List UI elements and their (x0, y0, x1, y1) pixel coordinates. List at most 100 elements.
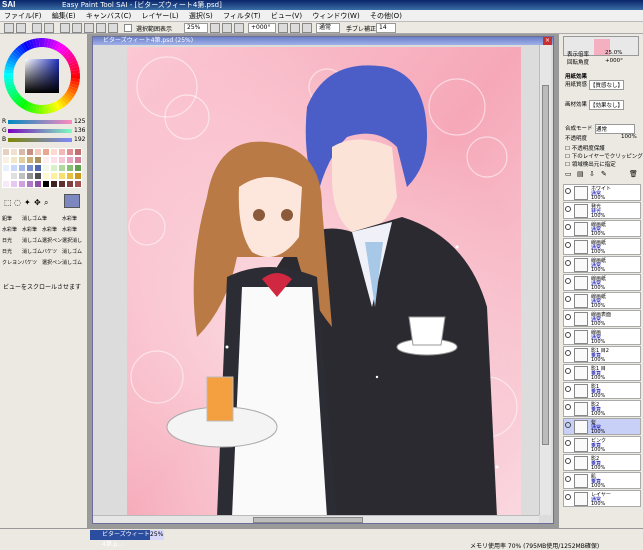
tool-item[interactable]: 水彩筆 (42, 225, 62, 236)
color-swatch[interactable] (58, 180, 66, 188)
layer-row[interactable]: 影2 乗算 100% (563, 454, 641, 471)
color-swatch[interactable] (50, 164, 58, 172)
layer-row[interactable]: 線画 通常 100% (563, 328, 641, 345)
color-swatch[interactable] (74, 156, 82, 164)
color-swatch[interactable] (2, 148, 10, 156)
color-swatch[interactable] (18, 156, 26, 164)
view-toggle-icon[interactable] (72, 23, 82, 33)
g-value[interactable]: 136 (74, 127, 85, 134)
visibility-eye-icon[interactable] (565, 242, 571, 248)
color-swatch[interactable] (42, 180, 50, 188)
invert-selection-icon[interactable] (44, 23, 54, 33)
color-swatch[interactable] (74, 148, 82, 156)
r-value[interactable]: 125 (74, 118, 85, 125)
color-swatch[interactable] (26, 156, 34, 164)
visibility-eye-icon[interactable] (565, 404, 571, 410)
visibility-eye-icon[interactable] (565, 332, 571, 338)
tool-item[interactable]: 消しゴム (62, 247, 82, 258)
color-swatch[interactable] (18, 180, 26, 188)
color-swatch[interactable] (2, 164, 10, 172)
visibility-eye-icon[interactable] (565, 206, 571, 212)
view-toggle-icon[interactable] (60, 23, 70, 33)
selection-checkbox[interactable] (124, 24, 132, 32)
stabilizer-select[interactable]: 14 (376, 23, 396, 33)
menu-other[interactable]: その他(O) (366, 10, 406, 22)
opacity-protect-option[interactable]: ☐ 不透明度保護 (565, 144, 605, 152)
zoom-out-icon[interactable] (210, 23, 220, 33)
color-swatch[interactable] (10, 172, 18, 180)
color-swatch[interactable] (58, 172, 66, 180)
layer-row[interactable]: 発光 発光 100% (563, 202, 641, 219)
color-swatch[interactable] (18, 172, 26, 180)
layer-row[interactable]: 肌乗算 100% (563, 472, 641, 489)
color-swatch[interactable] (34, 172, 42, 180)
layer-row[interactable]: 影1 乗算 100% (563, 382, 641, 399)
color-swatch[interactable] (42, 172, 50, 180)
color-swatch[interactable] (18, 164, 26, 172)
color-swatch[interactable] (26, 148, 34, 156)
color-swatch[interactable] (34, 148, 42, 156)
color-swatch[interactable] (58, 148, 66, 156)
tool-item[interactable]: 消しゴム (22, 214, 42, 225)
color-swatch[interactable] (42, 156, 50, 164)
tool-item[interactable]: 水彩筆 (2, 225, 22, 236)
color-swatch[interactable] (34, 180, 42, 188)
view-toggle-icon[interactable] (96, 23, 106, 33)
tool-item[interactable]: 選択ペン (42, 236, 62, 247)
move-tool-icon[interactable]: ✥ (34, 198, 41, 207)
zoom-tool-icon[interactable]: ⌕ (44, 198, 48, 208)
layer-row[interactable]: ピンク 乗算 100% (563, 436, 641, 453)
region-source-option[interactable]: ☐ 領域検出元に指定 (565, 160, 616, 168)
deselect-icon[interactable] (32, 23, 42, 33)
document-tab[interactable]: ビターズウィート4第.p... (90, 530, 150, 548)
menu-window[interactable]: ウィンドウ(W) (308, 10, 363, 22)
rotation-field[interactable]: +000° (248, 23, 276, 33)
color-swatch[interactable] (66, 156, 74, 164)
color-swatch[interactable] (58, 164, 66, 172)
tool-item[interactable]: 選択ペン (42, 258, 62, 269)
color-swatch[interactable] (10, 164, 18, 172)
view-toggle-icon[interactable] (108, 23, 118, 33)
tool-item[interactable]: 水彩筆 (62, 214, 82, 225)
effect-select[interactable]: 【効果なし】 (589, 100, 625, 110)
tool-item[interactable]: 水彩筆 (22, 225, 42, 236)
menu-layer[interactable]: レイヤー(L) (137, 10, 182, 22)
opacity-value[interactable]: 100% (621, 134, 637, 140)
artwork-canvas[interactable] (127, 47, 521, 517)
wand-tool-icon[interactable]: ✦ (24, 198, 31, 207)
layer-row[interactable]: 線画表面 通常 100% (563, 310, 641, 327)
visibility-eye-icon[interactable] (565, 368, 571, 374)
color-swatch[interactable] (26, 180, 34, 188)
select-tool-icon[interactable]: ⬚ (4, 198, 12, 207)
horizontal-scroll-thumb[interactable] (253, 517, 363, 523)
tool-item[interactable]: 日光 (2, 236, 22, 247)
tool-item[interactable]: クレヨン (2, 258, 22, 269)
color-swatch[interactable] (74, 172, 82, 180)
layer-row[interactable]: 線画紙 通常 100% (563, 274, 641, 291)
color-swatch[interactable] (66, 180, 74, 188)
color-swatch[interactable] (50, 156, 58, 164)
new-layer-icon[interactable]: ▭ (565, 170, 572, 178)
tool-item[interactable]: 選択消し (62, 236, 82, 247)
zoom-in-icon[interactable] (222, 23, 232, 33)
tool-item[interactable]: バケツ (42, 247, 62, 258)
color-swatch[interactable] (34, 164, 42, 172)
color-swatch[interactable] (26, 164, 34, 172)
color-swatch[interactable] (74, 180, 82, 188)
color-swatch[interactable] (66, 164, 74, 172)
tool-item[interactable]: 消しゴム (22, 236, 42, 247)
visibility-eye-icon[interactable] (565, 224, 571, 230)
menu-select[interactable]: 選択(S) (185, 10, 217, 22)
layer-row[interactable]: 影1 目2 乗算 100% (563, 346, 641, 363)
layer-row[interactable]: 線画紙 通常 100% (563, 238, 641, 255)
tool-item[interactable]: 消しゴム (62, 258, 82, 269)
color-swatch[interactable] (58, 156, 66, 164)
color-swatch[interactable] (2, 172, 10, 180)
g-slider[interactable] (8, 129, 72, 133)
visibility-eye-icon[interactable] (565, 350, 571, 356)
menu-view[interactable]: ビュー(V) (267, 10, 306, 22)
current-color[interactable] (64, 194, 80, 208)
tool-item[interactable]: 鉛筆 (2, 214, 22, 225)
color-swatch[interactable] (34, 156, 42, 164)
layer-row[interactable]: ホワイト 通常 100% (563, 184, 641, 201)
